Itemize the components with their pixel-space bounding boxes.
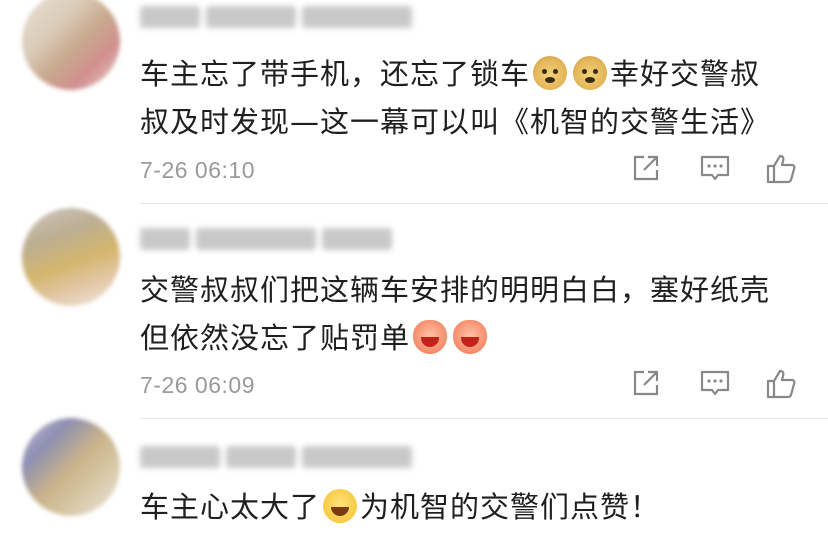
comment-text-line: 幸好交警叔 <box>610 57 761 91</box>
comment-text-line: 交警叔叔们把这辆车安排的明明白白，塞好纸壳 <box>140 273 771 307</box>
comment-text-line: 车主心太大了 <box>140 490 321 524</box>
doge-emoji <box>573 56 608 90</box>
divider <box>140 203 828 204</box>
avatar[interactable] <box>22 208 120 306</box>
divider <box>140 418 828 419</box>
username-blurred[interactable] <box>140 446 418 476</box>
avatar[interactable] <box>22 418 120 516</box>
comment-actions <box>630 152 810 188</box>
comment-icon[interactable] <box>698 367 732 399</box>
comment-text-line: 叔及时发现—这一幕可以叫《机智的交警生活》 <box>140 105 771 139</box>
haha-emoji <box>453 320 488 354</box>
thumbs-up-icon[interactable] <box>764 367 798 401</box>
comment-actions <box>630 367 810 403</box>
comment-text-line: 车主忘了带手机，还忘了锁车 <box>140 57 531 91</box>
comment-icon[interactable] <box>698 152 732 184</box>
comment-timestamp: 7-26 06:10 <box>140 157 255 183</box>
comment-text: 车主忘了带手机，还忘了锁车 幸好交警叔 叔及时发现—这一幕可以叫《机智的交警生活》 <box>140 50 800 146</box>
doge-emoji <box>533 56 568 90</box>
username-blurred[interactable] <box>140 6 418 36</box>
thumbs-up-icon[interactable] <box>764 152 798 186</box>
share-icon[interactable] <box>630 152 662 184</box>
comment-timestamp: 7-26 06:09 <box>140 372 255 398</box>
laugh-cry-emoji <box>323 489 358 523</box>
haha-emoji <box>413 320 448 354</box>
comment-text: 车主心太大了 为机智的交警们点赞！ <box>140 483 800 531</box>
username-blurred[interactable] <box>140 228 398 258</box>
avatar[interactable] <box>22 0 120 90</box>
share-icon[interactable] <box>630 367 662 399</box>
comment-text: 交警叔叔们把这辆车安排的明明白白，塞好纸壳 但依然没忘了贴罚单 <box>140 266 800 362</box>
comment-text-line: 为机智的交警们点赞！ <box>360 490 661 524</box>
comment-text-line: 但依然没忘了贴罚单 <box>140 321 411 355</box>
